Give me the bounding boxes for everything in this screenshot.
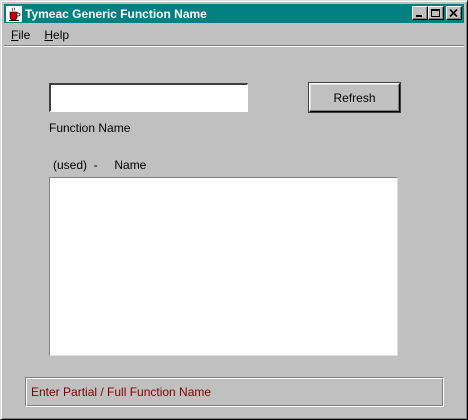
menu-help[interactable]: Help [37,28,76,42]
close-button[interactable] [446,6,462,20]
status-message: Enter Partial / Full Function Name [31,385,212,399]
list-header: (used) - Name [53,158,147,172]
app-window: Tymeac Generic Function Name File Help F… [0,0,468,420]
minimize-icon [416,15,422,17]
status-bar: Enter Partial / Full Function Name [25,377,444,407]
maximize-icon [431,9,440,17]
menu-bar: File Help [4,25,464,45]
menu-file[interactable]: File [4,28,37,42]
minimize-button[interactable] [412,6,428,20]
java-coffee-cup-icon[interactable] [6,5,22,22]
function-name-label: Function Name [49,121,131,135]
refresh-button[interactable]: Refresh [308,82,401,113]
title-bar-buttons [412,6,462,20]
window-title: Tymeac Generic Function Name [25,6,207,21]
function-name-list[interactable] [49,177,398,356]
function-name-input[interactable] [49,83,248,112]
title-bar[interactable]: Tymeac Generic Function Name [4,4,464,23]
close-icon [449,9,458,18]
maximize-button[interactable] [428,6,444,20]
menu-separator [4,45,464,47]
